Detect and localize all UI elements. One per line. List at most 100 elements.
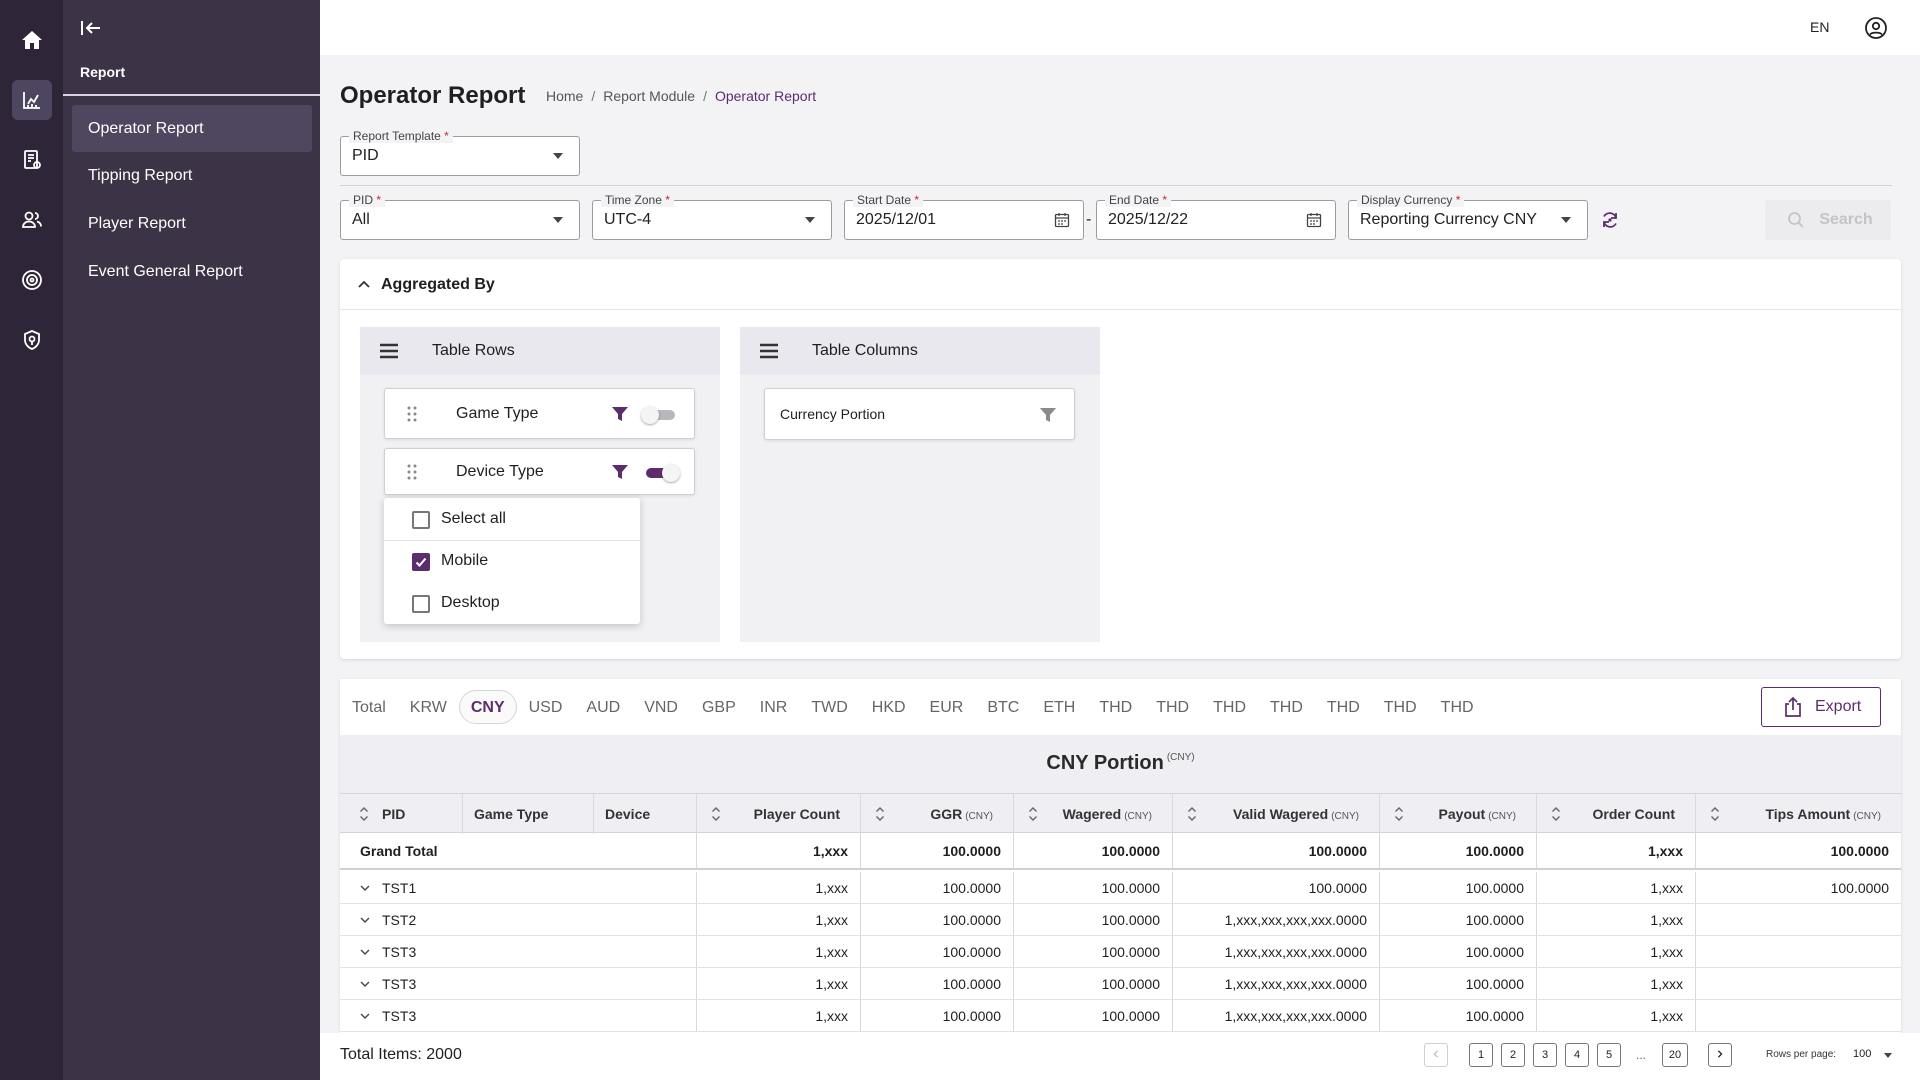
select-all-checkbox[interactable] [412, 511, 430, 529]
table-row[interactable]: TST3 1,xxx 100.0000 100.0000 1,xxx,xxx,xxx,x… [340, 936, 1901, 968]
tab-krw[interactable]: KRW [398, 690, 459, 724]
page-button-1[interactable]: 1 [1469, 1043, 1493, 1067]
sidebar-item-tipping-report[interactable]: Tipping Report [72, 152, 312, 199]
sidebar-item-event-general-report[interactable]: Event General Report [72, 248, 312, 295]
user-account-icon[interactable] [1864, 16, 1888, 40]
tab-btc[interactable]: BTC [975, 690, 1031, 724]
column-header-order-count[interactable]: Order Count [1593, 794, 1675, 834]
chevron-down-icon[interactable] [360, 884, 370, 892]
table-row[interactable]: TST3 1,xxx 100.0000 100.0000 1,xxx,xxx,xxx,x… [340, 1000, 1901, 1032]
chevron-down-icon[interactable] [1884, 1053, 1892, 1058]
page-button-5[interactable]: 5 [1597, 1043, 1621, 1067]
sort-icon[interactable] [875, 805, 885, 823]
chevron-down-icon[interactable] [360, 948, 370, 956]
tab-thd[interactable]: THD [1372, 690, 1429, 724]
tab-aud[interactable]: AUD [574, 690, 632, 724]
sort-icon[interactable] [359, 805, 369, 823]
sidebar-item-player-report[interactable]: Player Report [72, 200, 312, 247]
refresh-icon[interactable] [1600, 210, 1620, 230]
column-header-ggr[interactable]: GGR (CNY) [930, 794, 993, 834]
analytics-icon[interactable] [11, 80, 52, 120]
prev-page-button[interactable] [1424, 1043, 1448, 1067]
shield-icon[interactable] [12, 320, 52, 360]
search-button[interactable]: Search [1765, 200, 1891, 240]
column-header-valid-wagered[interactable]: Valid Wagered (CNY) [1233, 794, 1359, 834]
tab-thd[interactable]: THD [1201, 690, 1258, 724]
option-select-all[interactable]: Select all [384, 498, 640, 540]
report-doc-icon[interactable] [12, 140, 52, 180]
sort-icon[interactable] [1028, 805, 1038, 823]
column-header-wagered[interactable]: Wagered (CNY) [1063, 794, 1152, 834]
drag-handle-icon[interactable] [407, 406, 417, 422]
chevron-down-icon[interactable] [360, 1012, 370, 1020]
column-chip-currency-portion[interactable]: Currency Portion [764, 388, 1075, 440]
calendar-icon[interactable] [1306, 212, 1322, 228]
sort-icon[interactable] [1710, 805, 1720, 823]
next-page-button[interactable] [1708, 1043, 1732, 1067]
tab-eur[interactable]: EUR [918, 690, 976, 724]
row-chip-device-type[interactable]: Device Type [384, 448, 695, 495]
target-icon[interactable] [12, 260, 52, 300]
sidebar-item-operator-report[interactable]: Operator Report [72, 105, 312, 152]
tab-eth[interactable]: ETH [1031, 690, 1087, 724]
breadcrumb-report-module[interactable]: Report Module [603, 88, 695, 104]
end-date-field[interactable]: End Date * 2025/12/22 [1096, 193, 1336, 240]
filter-icon[interactable] [611, 463, 629, 481]
mobile-checkbox[interactable] [412, 553, 430, 571]
column-header-payout[interactable]: Payout (CNY) [1439, 794, 1516, 834]
page-button-2[interactable]: 2 [1501, 1043, 1525, 1067]
language-selector[interactable]: EN [1810, 19, 1829, 35]
row-chip-game-type[interactable]: Game Type [384, 388, 695, 439]
chevron-up-icon[interactable] [358, 279, 370, 289]
game-type-toggle[interactable] [641, 404, 677, 424]
column-header-tips-amount[interactable]: Tips Amount (CNY) [1765, 794, 1881, 834]
device-type-toggle[interactable] [644, 462, 680, 482]
tab-vnd[interactable]: VND [632, 690, 690, 724]
column-header-game-type[interactable]: Game Type [474, 794, 548, 834]
tab-thd[interactable]: THD [1315, 690, 1372, 724]
calendar-icon[interactable] [1054, 212, 1070, 228]
tab-thd[interactable]: THD [1144, 690, 1201, 724]
table-row[interactable]: TST1 1,xxx 100.0000 100.0000 100.0000 100.000… [340, 872, 1901, 904]
report-template-select[interactable]: Report Template * PID [340, 129, 580, 176]
users-icon[interactable] [12, 200, 52, 240]
sort-icon[interactable] [1187, 805, 1197, 823]
pid-select[interactable]: PID * All [340, 193, 580, 240]
tab-usd[interactable]: USD [517, 690, 575, 724]
tab-thd[interactable]: THD [1429, 690, 1486, 724]
chevron-down-icon[interactable] [360, 916, 370, 924]
tab-inr[interactable]: INR [748, 690, 800, 724]
filter-icon[interactable] [1039, 406, 1057, 424]
tab-twd[interactable]: TWD [799, 690, 859, 724]
menu-icon[interactable] [760, 343, 778, 359]
page-button-last[interactable]: 20 [1662, 1043, 1688, 1067]
page-button-3[interactable]: 3 [1533, 1043, 1557, 1067]
page-button-4[interactable]: 4 [1565, 1043, 1589, 1067]
table-row[interactable]: TST2 1,xxx 100.0000 100.0000 1,xxx,xxx,xxx,x… [340, 904, 1901, 936]
column-header-device[interactable]: Device [605, 794, 650, 834]
tab-thd[interactable]: THD [1087, 690, 1144, 724]
aggregated-by-header[interactable]: Aggregated By [340, 259, 1901, 310]
display-currency-select[interactable]: Display Currency * Reporting Currency CN… [1348, 193, 1588, 240]
desktop-checkbox[interactable] [412, 595, 430, 613]
drag-handle-icon[interactable] [407, 464, 417, 480]
tab-total[interactable]: Total [340, 690, 398, 724]
home-icon[interactable] [12, 20, 52, 60]
column-header-player-count[interactable]: Player Count [754, 794, 840, 834]
collapse-icon[interactable] [79, 18, 103, 38]
tab-hkd[interactable]: HKD [860, 690, 918, 724]
export-button[interactable]: Export [1761, 687, 1881, 727]
option-desktop[interactable]: Desktop [384, 582, 640, 624]
tab-thd[interactable]: THD [1258, 690, 1315, 724]
tab-gbp[interactable]: GBP [690, 690, 748, 724]
chevron-down-icon[interactable] [360, 980, 370, 988]
sort-icon[interactable] [1394, 805, 1404, 823]
tab-cny[interactable]: CNY [458, 690, 517, 724]
sort-icon[interactable] [1551, 805, 1561, 823]
sort-icon[interactable] [711, 805, 721, 823]
breadcrumb-home[interactable]: Home [546, 88, 583, 104]
option-mobile[interactable]: Mobile [384, 540, 640, 582]
rows-per-page-value[interactable]: 100 [1853, 1048, 1871, 1060]
start-date-field[interactable]: Start Date * 2025/12/01 [844, 193, 1084, 240]
filter-icon[interactable] [611, 405, 629, 423]
